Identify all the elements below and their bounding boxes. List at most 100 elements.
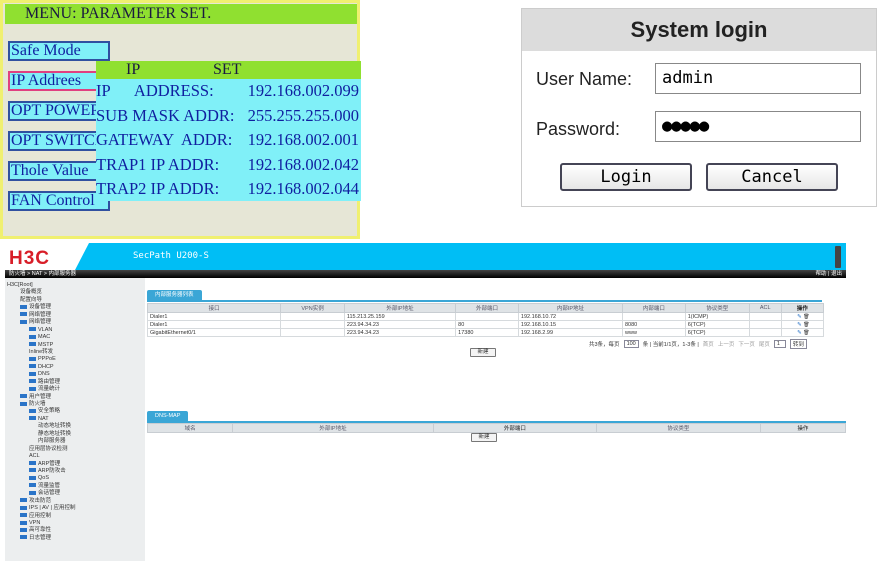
column-header[interactable]: 内部端口 <box>622 303 686 313</box>
nav-tree-item[interactable]: 日志管理 <box>7 535 143 542</box>
username-label: User Name: <box>536 69 633 89</box>
new-dns-button[interactable]: 新建 <box>471 433 497 442</box>
nav-tree-item[interactable]: VPN <box>7 520 143 527</box>
help-logout-links[interactable]: 帮助 | 退出 <box>816 270 843 278</box>
tab-dns-map[interactable]: DNS-MAP <box>147 411 189 421</box>
lcd-menu-item[interactable]: FAN Control <box>8 191 110 211</box>
nav-tree-item[interactable]: 配置向导 <box>7 297 143 304</box>
nav-tree-label: 路由管理 <box>38 378 61 385</box>
ip-setting-row: SUB MASK ADDR: 255.255.255.000 <box>96 104 361 129</box>
nav-tree-label: NAT <box>38 415 49 422</box>
lcd-menu-item[interactable]: IP Addrees <box>8 71 110 91</box>
folder-icon <box>29 386 36 391</box>
lcd-menu-item[interactable]: Safe Mode <box>8 41 110 61</box>
table-row: Dialer1 223.94.34.23 80 192.168.10.15 8080 6(… <box>146 320 825 329</box>
column-header[interactable]: 外部IP地址 <box>343 303 457 313</box>
table-cell: 17380 <box>455 328 519 337</box>
nav-tree-item[interactable]: 网络管理 <box>7 312 143 319</box>
prev-page-link[interactable]: 上一页 <box>718 340 735 348</box>
nav-tree-item[interactable]: 流量统计 <box>7 386 143 393</box>
folder-icon <box>29 379 36 384</box>
delete-icon[interactable]: 🗑 <box>803 322 809 328</box>
nav-tree-item[interactable]: ARP防攻击 <box>7 468 143 475</box>
login-button[interactable]: Login <box>560 163 692 191</box>
nav-tree-item[interactable]: PPPoE <box>7 356 143 363</box>
table-cell: 6(TCP) <box>684 320 750 329</box>
nav-tree-item[interactable]: 静态地址转换 <box>7 431 143 438</box>
column-header[interactable]: 接口 <box>146 303 282 313</box>
lcd-menu-header: MENU: PARAMETER SET. <box>5 4 357 24</box>
table-cell: 192.168.10.15 <box>517 320 624 329</box>
nav-tree-label: 应用控制 <box>29 512 52 519</box>
nav-tree-item[interactable]: 攻击防范 <box>7 498 143 505</box>
nav-tree-item[interactable]: 流量监管 <box>7 483 143 490</box>
nav-tree-item[interactable]: 网络管理 <box>7 319 143 326</box>
nav-tree-item[interactable]: MAC <box>7 334 143 341</box>
nav-tree-item[interactable]: ACL <box>7 453 143 460</box>
lcd-menu-item[interactable]: OPT SWITCH <box>8 131 110 151</box>
nav-tree-item[interactable]: 动态地址转换 <box>7 423 143 430</box>
per-page-select[interactable]: 100 <box>623 340 639 348</box>
tab-internal-server-list[interactable]: 内部服务器列表 <box>147 290 202 300</box>
nav-tree-item[interactable]: 设备概览 <box>7 289 143 296</box>
nav-tree-item[interactable]: DNS <box>7 371 143 378</box>
ip-setting-row: TRAP1 IP ADDR: 192.168.002.042 <box>96 153 361 178</box>
new-server-button[interactable]: 新建 <box>470 348 496 357</box>
nav-tree-item[interactable]: 设备管理 <box>7 304 143 311</box>
table-cell: 192.168.2.99 <box>517 328 624 337</box>
username-input[interactable]: admin <box>655 63 861 94</box>
delete-icon[interactable]: 🗑 <box>803 330 809 336</box>
nav-tree-item[interactable]: ARP管理 <box>7 461 143 468</box>
column-header[interactable]: VPN实例 <box>280 303 345 313</box>
nav-tree-item[interactable]: IPS | AV | 应用控制 <box>7 505 143 512</box>
column-header[interactable]: 外部IP地址 <box>232 423 434 433</box>
nav-tree-label: ARP防攻击 <box>38 467 66 474</box>
column-header[interactable]: 外部端口 <box>432 423 598 433</box>
column-header[interactable]: 域名 <box>146 423 234 433</box>
nav-tree-item[interactable]: 路由管理 <box>7 379 143 386</box>
column-header[interactable]: 外部端口 <box>455 303 519 313</box>
nav-tree-item[interactable]: 用户管理 <box>7 394 143 401</box>
setting-value[interactable]: 255.255.255.000 <box>248 104 359 129</box>
nav-tree-item[interactable]: 防火墙 <box>7 401 143 408</box>
delete-icon[interactable]: 🗑 <box>803 314 809 320</box>
lcd-menu-item[interactable]: OPT POWER <box>8 101 110 121</box>
folder-icon <box>29 408 36 413</box>
nav-tree-item[interactable]: 应用控制 <box>7 513 143 520</box>
nav-tree-item[interactable]: NAT <box>7 416 143 423</box>
page-input[interactable]: 1 <box>773 340 786 348</box>
nav-tree-item[interactable]: 安全策略 <box>7 408 143 415</box>
nav-tree-item[interactable]: MSTP <box>7 342 143 349</box>
nav-tree-item[interactable]: VLAN <box>7 327 143 334</box>
nav-tree-item[interactable]: Inline转发 <box>7 349 143 356</box>
column-header[interactable]: ACL <box>748 303 782 313</box>
column-header[interactable]: 协议类型 <box>684 303 750 313</box>
nav-tree-item[interactable]: 应用层协议检测 <box>7 446 143 453</box>
setting-value[interactable]: 192.168.002.099 <box>248 79 359 104</box>
column-header[interactable]: 协议类型 <box>596 423 761 433</box>
setting-value[interactable]: 192.168.002.001 <box>248 128 359 153</box>
column-header[interactable]: 操作 <box>759 423 847 433</box>
nav-tree-label: DHCP <box>38 363 54 370</box>
ip-setting-row: IP ADDRESS: 192.168.002.099 <box>96 79 361 104</box>
setting-value[interactable]: 192.168.002.044 <box>248 177 359 202</box>
nav-tree-item[interactable]: 高可靠性 <box>7 527 143 534</box>
next-page-link[interactable]: 下一页 <box>738 340 755 348</box>
column-header[interactable]: 操作 <box>780 303 825 313</box>
setting-value[interactable]: 192.168.002.042 <box>248 153 359 178</box>
go-button[interactable]: 转到 <box>789 339 807 349</box>
last-page-link[interactable]: 尾页 <box>759 340 770 348</box>
nav-tree-item[interactable]: DHCP <box>7 364 143 371</box>
password-input[interactable]: ●●●●● <box>655 111 861 142</box>
cancel-button[interactable]: Cancel <box>706 163 838 191</box>
nav-tree-item[interactable]: 内部服务器 <box>7 438 143 445</box>
table-header-row: 接口 VPN实例 外部IP地址 外部端口 内部IP地址 内部端口 协议类型 ACL 操作 <box>146 303 825 313</box>
table-cell: 192.168.10.72 <box>517 312 624 321</box>
scrollbar-handle[interactable] <box>835 246 841 268</box>
column-header[interactable]: 内部IP地址 <box>517 303 624 313</box>
nav-tree-item[interactable]: QoS <box>7 475 143 482</box>
nav-tree-item[interactable]: 会话管理 <box>7 490 143 497</box>
first-page-link[interactable]: 首页 <box>703 340 714 348</box>
lcd-menu-item[interactable]: Thole Value <box>8 161 110 181</box>
folder-icon <box>29 483 36 488</box>
